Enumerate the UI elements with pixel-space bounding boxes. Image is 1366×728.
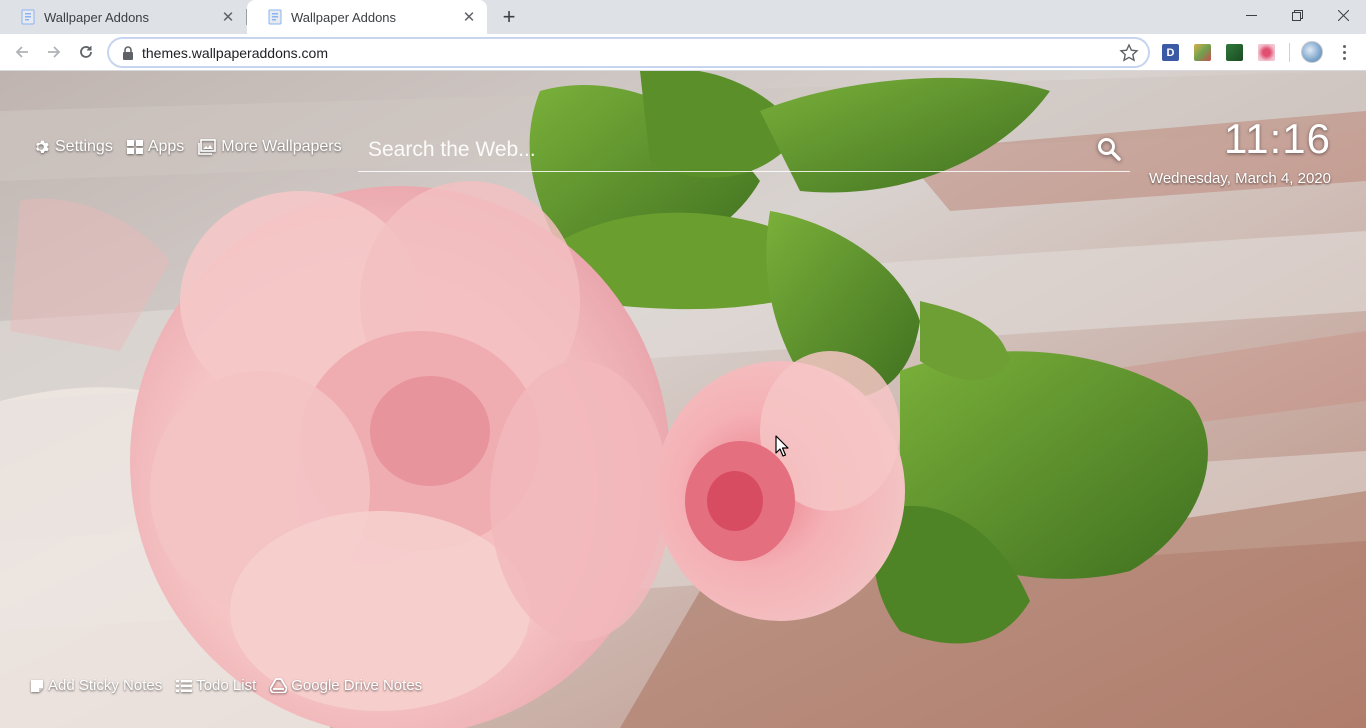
clock-date: Wednesday, March 4, 2020 xyxy=(1148,170,1331,187)
url-text[interactable]: themes.wallpaperaddons.com xyxy=(142,45,328,61)
extension-4-icon[interactable] xyxy=(1258,44,1275,61)
browser-toolbar: themes.wallpaperaddons.com D xyxy=(0,34,1366,71)
sticky-notes-label: Add Sticky Notes xyxy=(48,677,163,694)
tab-inactive[interactable]: Wallpaper Addons ✕ xyxy=(0,0,246,34)
mouse-cursor-icon xyxy=(775,435,789,457)
toolbar-divider xyxy=(1289,43,1290,62)
page-favicon-icon xyxy=(21,9,35,25)
reload-icon xyxy=(80,46,92,58)
close-tab-icon[interactable]: ✕ xyxy=(461,9,477,26)
extension-3-icon[interactable] xyxy=(1226,44,1243,61)
close-window-button[interactable] xyxy=(1320,0,1366,30)
restore-icon xyxy=(1291,9,1303,21)
google-drive-notes-label: Google Drive Notes xyxy=(291,677,423,694)
gear-icon xyxy=(36,140,49,153)
address-bar[interactable]: themes.wallpaperaddons.com xyxy=(108,38,1149,67)
back-button[interactable] xyxy=(9,39,35,65)
todo-list-label: Todo List xyxy=(196,677,257,694)
forward-button[interactable] xyxy=(41,39,67,65)
minimize-icon xyxy=(1245,14,1257,16)
minimize-button[interactable] xyxy=(1228,0,1274,30)
search-icon[interactable] xyxy=(1096,136,1122,162)
tab-title: Wallpaper Addons xyxy=(44,9,150,25)
more-wallpapers-label: More Wallpapers xyxy=(221,138,342,155)
d-extension-icon[interactable]: D xyxy=(1162,44,1179,61)
profile-avatar[interactable] xyxy=(1301,41,1323,63)
google-drive-notes-link[interactable]: Google Drive Notes xyxy=(270,677,422,694)
tab-active[interactable]: Wallpaper Addons ✕ xyxy=(247,0,487,34)
close-tab-icon[interactable]: ✕ xyxy=(220,9,236,26)
more-wallpapers-link[interactable]: More Wallpapers xyxy=(198,138,342,156)
arrow-right-icon xyxy=(48,46,61,58)
page-favicon-icon xyxy=(268,9,282,25)
apps-label: Apps xyxy=(147,138,185,155)
top-links: Settings Apps More Wallpapers xyxy=(34,138,342,156)
apps-grid-icon xyxy=(126,140,143,154)
new-tab-page: Settings Apps More Wallpapers 11:16 Wedn… xyxy=(0,71,1366,728)
settings-label: Settings xyxy=(55,138,113,155)
bookmark-star-icon[interactable] xyxy=(1119,43,1139,63)
tab-strip: Wallpaper Addons ✕ Wallpaper Addons ✕ + xyxy=(0,0,1366,34)
clock-time: 11:16 xyxy=(1224,115,1331,162)
lock-icon[interactable] xyxy=(122,46,134,60)
tab-title: Wallpaper Addons xyxy=(291,9,397,25)
apps-link[interactable]: Apps xyxy=(126,138,185,156)
images-icon xyxy=(198,139,217,155)
browser-menu-icon[interactable] xyxy=(1336,41,1352,63)
web-search-box xyxy=(358,131,1130,172)
list-icon xyxy=(176,679,193,692)
search-input[interactable] xyxy=(368,134,1068,166)
settings-link[interactable]: Settings xyxy=(34,138,113,156)
extension-2-icon[interactable] xyxy=(1194,44,1211,61)
sticky-note-icon xyxy=(31,679,43,692)
reload-button[interactable] xyxy=(73,39,99,65)
google-drive-icon xyxy=(270,678,288,693)
add-sticky-notes-link[interactable]: Add Sticky Notes xyxy=(30,677,162,694)
new-tab-button[interactable]: + xyxy=(497,4,521,29)
close-icon xyxy=(1337,9,1349,21)
todo-list-link[interactable]: Todo List xyxy=(176,677,256,694)
bottom-links: Add Sticky Notes Todo List Google Drive … xyxy=(30,677,422,694)
restore-button[interactable] xyxy=(1274,0,1320,30)
arrow-left-icon xyxy=(15,46,28,58)
